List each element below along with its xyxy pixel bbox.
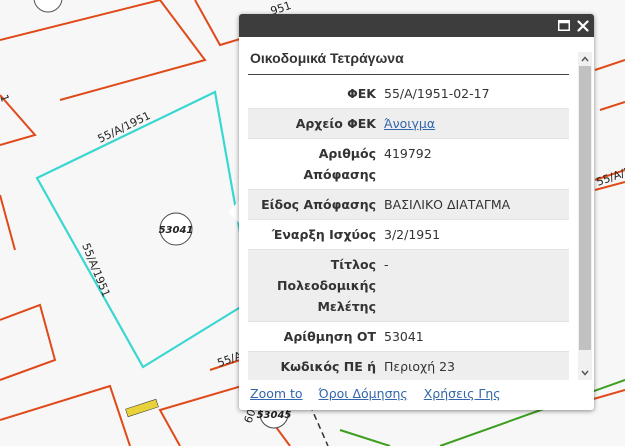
info-popup[interactable]: Οικοδομικά Τετράγωνα ΦΕΚ 55/Α/1951-02-17 Α…: [239, 14, 594, 410]
attribute-value: -: [384, 249, 569, 322]
zoom-to-link[interactable]: Zoom to: [250, 386, 303, 401]
popup-content[interactable]: Οικοδομικά Τετράγωνα ΦΕΚ 55/Α/1951-02-17 Α…: [248, 44, 569, 380]
attribute-row: Αρχείο ΦΕΚ Άνοιγμα: [248, 108, 569, 139]
attribute-row: Είδος Απόφασης ΒΑΣΙΛΙΚΟ ΔΙΑΤΑΓΜΑ: [248, 189, 569, 220]
attribute-label: Είδος Απόφασης: [248, 189, 384, 220]
attribute-value: ΒΑΣΙΛΙΚΟ ΔΙΑΤΑΓΜΑ: [384, 189, 569, 220]
maximize-icon[interactable]: [556, 18, 572, 33]
attribute-label: ΦΕΚ: [347, 86, 376, 101]
popup-title: Οικοδομικά Τετράγωνα: [248, 44, 569, 75]
open-file-link[interactable]: Άνοιγμα: [384, 116, 435, 131]
attribute-row: Αρίθμηση ΟΤ 53041: [248, 322, 569, 352]
block-id-main: 53041: [159, 225, 194, 236]
popup-footer: Zoom to Όροι Δόμησης Χρήσεις Γης: [250, 386, 513, 401]
block-id-bottom: 53045: [257, 410, 292, 421]
scroll-thumb[interactable]: [579, 66, 591, 350]
attribute-value: Άνοιγμα: [384, 108, 569, 139]
popup-title-bar[interactable]: [239, 14, 594, 37]
scroll-down-icon[interactable]: [578, 366, 592, 380]
attribute-row: Κωδικός ΠΕ ή ΤομέαΠεριοχή 23: [248, 351, 569, 380]
attribute-row: Αριθμός Απόφασης 419792: [248, 139, 569, 190]
attribute-label: Κωδικός ΠΕ ή Τομέα: [248, 351, 384, 380]
attribute-value: 55/Α/1951-02-17: [384, 86, 490, 101]
attribute-table: ΦΕΚ 55/Α/1951-02-17 Αρχείο ΦΕΚ Άνοιγμα Αριθμ…: [248, 79, 569, 380]
land-uses-link[interactable]: Χρήσεις Γης: [424, 386, 501, 401]
attribute-value: 53041: [384, 329, 424, 344]
attribute-label: Έναρξη Ισχύος: [271, 227, 376, 242]
attribute-value: Περιοχή 23: [384, 351, 569, 380]
attribute-row: Τίτλος Πολεοδομικής Μελέτης -: [248, 249, 569, 322]
popup-pointer: [228, 201, 239, 223]
attribute-label: Αρίθμηση ΟΤ: [283, 329, 376, 344]
attribute-label: Αρχείο ΦΕΚ: [248, 108, 384, 139]
scroll-up-icon[interactable]: [578, 52, 592, 66]
attribute-label: Αριθμός Απόφασης: [303, 146, 376, 182]
attribute-row: Έναρξη Ισχύος 3/2/1951: [248, 220, 569, 250]
attribute-value: 419792: [384, 146, 432, 161]
attribute-value: 3/2/1951: [384, 227, 441, 242]
popup-scrollbar[interactable]: [578, 52, 592, 380]
close-icon[interactable]: [575, 18, 591, 33]
attribute-label: Τίτλος Πολεοδομικής Μελέτης: [248, 249, 384, 322]
building-terms-link[interactable]: Όροι Δόμησης: [319, 386, 408, 401]
attribute-row: ΦΕΚ 55/Α/1951-02-17: [248, 79, 569, 109]
